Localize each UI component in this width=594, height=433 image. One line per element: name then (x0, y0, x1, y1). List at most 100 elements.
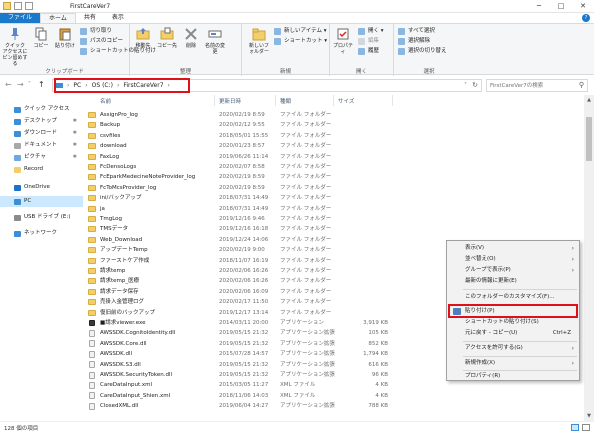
table-row[interactable]: FcToMcsProvider_log 2020/02/19 8:59 ファイル フ… (86, 183, 584, 193)
search-box[interactable]: ⚲ (486, 79, 588, 92)
menu-item-sort-by[interactable]: 並べ替え(O) › (447, 254, 579, 265)
application-icon (89, 320, 95, 326)
nav-item-usb-drive[interactable]: USB ドライブ (E:) (0, 212, 83, 223)
column-header-date[interactable]: 更新日時 (219, 97, 241, 105)
tab-view[interactable]: 表示 (104, 13, 132, 23)
table-row[interactable]: FcDensoLogs 2020/02/07 8:58 ファイル フォルダー (86, 162, 584, 172)
table-row[interactable]: CareDataInput_Shien.xml 2018/11/06 14:03 X… (86, 391, 584, 401)
table-row[interactable]: download 2020/01/23 8:57 ファイル フォルダー (86, 141, 584, 151)
table-row[interactable]: TMSデータ 2019/12/16 16:18 ファイル フォルダー (86, 224, 584, 234)
table-row[interactable]: AssignPro_log 2020/02/19 8:59 ファイル フォルダー (86, 110, 584, 120)
invert-selection-button[interactable]: 選択の切り替え (398, 47, 447, 56)
table-row[interactable]: ini/バックアップ 2018/07/31 14:49 ファイル フォルダー (86, 193, 584, 203)
nav-item-downloads[interactable]: ダウンロード ✱ (0, 128, 83, 139)
minimize-button[interactable]: ─ (528, 0, 550, 12)
new-item-button[interactable]: 新しいアイテム ▾ (274, 27, 326, 36)
edit-button[interactable]: 編集 (358, 37, 379, 46)
up-button[interactable]: ↑ (38, 80, 45, 89)
properties-button[interactable]: プロパティ (332, 27, 354, 55)
new-folder-button[interactable]: 新しいフォルダー (248, 27, 270, 55)
rename-icon (208, 30, 222, 38)
scroll-down-icon[interactable]: ▼ (584, 411, 594, 421)
menu-item-customize-folder[interactable]: このフォルダーのカスタマイズ(F)... (447, 292, 579, 303)
menu-item-undo-copy[interactable]: 元に戻す - コピー(U) Ctrl+Z (447, 328, 579, 339)
nav-item-desktop[interactable]: デスクトップ ✱ (0, 116, 83, 127)
copy-to-button[interactable]: コピー先 (156, 27, 178, 49)
select-all-button[interactable]: すべて選択 (398, 27, 435, 36)
nav-item-record[interactable]: Record (0, 164, 83, 175)
table-row[interactable]: ja 2018/07/31 14:49 ファイル フォルダー (86, 204, 584, 214)
nav-item-onedrive[interactable]: OneDrive (0, 182, 83, 193)
nav-item-label: デスクトップ (24, 118, 58, 124)
nav-item-network[interactable]: ネットワーク (0, 228, 83, 239)
table-row[interactable]: Backup 2020/02/12 9:55 ファイル フォルダー (86, 120, 584, 130)
close-button[interactable]: ✕ (572, 0, 594, 12)
folder-icon (88, 299, 96, 306)
properties-icon[interactable] (25, 2, 33, 10)
file-type: ファイル フォルダー (280, 184, 332, 191)
tab-home[interactable]: ホーム (40, 13, 76, 23)
menu-item-group-by[interactable]: グループで表示(P) › (447, 265, 579, 276)
menu-item-view[interactable]: 表示(V) › (447, 243, 579, 254)
table-row[interactable]: FaxLog 2019/06/26 11:14 ファイル フォルダー (86, 152, 584, 162)
maximize-button[interactable]: □ (550, 0, 572, 12)
copy-path-button[interactable]: パスのコピー (80, 37, 123, 46)
cut-button[interactable]: 切り取り (80, 27, 112, 36)
file-size: 1,794 KB (363, 351, 388, 358)
select-none-button[interactable]: 選択解除 (398, 37, 430, 46)
scroll-thumb[interactable] (586, 117, 592, 161)
modified-date: 2020/02/17 11:50 (219, 299, 269, 306)
vertical-scrollbar[interactable]: ▲ ▼ (584, 95, 594, 421)
search-input[interactable] (487, 80, 575, 91)
move-to-button[interactable]: 移動先 (132, 27, 154, 49)
file-type: ファイル フォルダー (280, 288, 332, 295)
column-divider[interactable] (214, 95, 215, 106)
nav-item-documents[interactable]: ドキュメント ✱ (0, 140, 83, 151)
menu-item-paste-shortcut[interactable]: ショートカットの貼り付け(S) (447, 317, 579, 328)
table-row[interactable]: FcEparkMedecineNoteProvider_log 2020/02/1… (86, 172, 584, 182)
recent-locations-button[interactable]: ˅ (28, 81, 31, 88)
table-row[interactable]: TmgLog 2019/12/16 9:46 ファイル フォルダー (86, 214, 584, 224)
column-divider[interactable] (333, 95, 334, 106)
address-highlight-box (54, 78, 190, 93)
easy-access-button[interactable]: ショートカット ▾ (274, 37, 327, 46)
tab-file[interactable]: ファイル (0, 13, 41, 23)
history-button[interactable]: 履歴 (358, 47, 379, 56)
menu-item-refresh[interactable]: 最新の情報に更新(E) (447, 276, 579, 287)
nav-item-pc[interactable]: PC (0, 196, 83, 207)
large-icons-view-icon[interactable] (582, 424, 590, 431)
checkbox-icon[interactable] (14, 2, 22, 10)
scroll-up-icon[interactable]: ▲ (584, 95, 594, 105)
rename-button[interactable]: 名前の変更 (204, 27, 226, 55)
select-group-label: 選択 (423, 69, 435, 75)
column-divider[interactable] (275, 95, 276, 106)
pin-quick-access-button[interactable]: クイック アクセスにピン留めする (2, 27, 28, 67)
column-divider[interactable] (392, 95, 393, 106)
menu-item-give-access[interactable]: アクセスを許可する(G) › (447, 343, 579, 354)
paste-ribbon-button[interactable]: 貼り付け (54, 27, 76, 49)
delete-button[interactable]: 削除 (180, 27, 202, 49)
column-header-size[interactable]: サイズ (338, 97, 354, 105)
search-icon[interactable]: ⚲ (579, 81, 584, 89)
menu-item-new[interactable]: 新規作成(X) › (447, 358, 579, 369)
copy-button[interactable]: コピー (30, 27, 52, 49)
column-header-name[interactable]: 名前 (100, 97, 111, 105)
nav-item-pictures[interactable]: ピクチャ ✱ (0, 152, 83, 163)
tab-share[interactable]: 共有 (76, 13, 104, 23)
status-bar: 128 個の項目 (0, 421, 594, 433)
back-button[interactable]: ← (5, 80, 12, 89)
open-button[interactable]: 開く ▾ (358, 27, 384, 36)
organize-group-label: 整理 (179, 69, 191, 75)
help-icon[interactable]: ? (582, 14, 590, 22)
address-dropdown-icon[interactable]: ˅ (464, 82, 467, 89)
menu-item-properties[interactable]: プロパティ(R) (447, 371, 579, 382)
details-view-icon[interactable] (571, 424, 579, 431)
nav-item-quick-access[interactable]: クイック アクセス (0, 104, 83, 115)
column-header-type[interactable]: 種類 (280, 97, 291, 105)
folder-icon (88, 268, 96, 274)
modified-date: 2019/05/15 21:32 (219, 372, 269, 378)
refresh-icon[interactable]: ↻ (472, 81, 478, 89)
forward-button[interactable]: → (17, 80, 24, 89)
table-row[interactable]: csvfiles 2018/05/01 15:55 ファイル フォルダー (86, 131, 584, 141)
table-row[interactable]: ClosedXML.dll 2019/06/04 14:27 アプリケーション拡張 7… (86, 401, 584, 411)
